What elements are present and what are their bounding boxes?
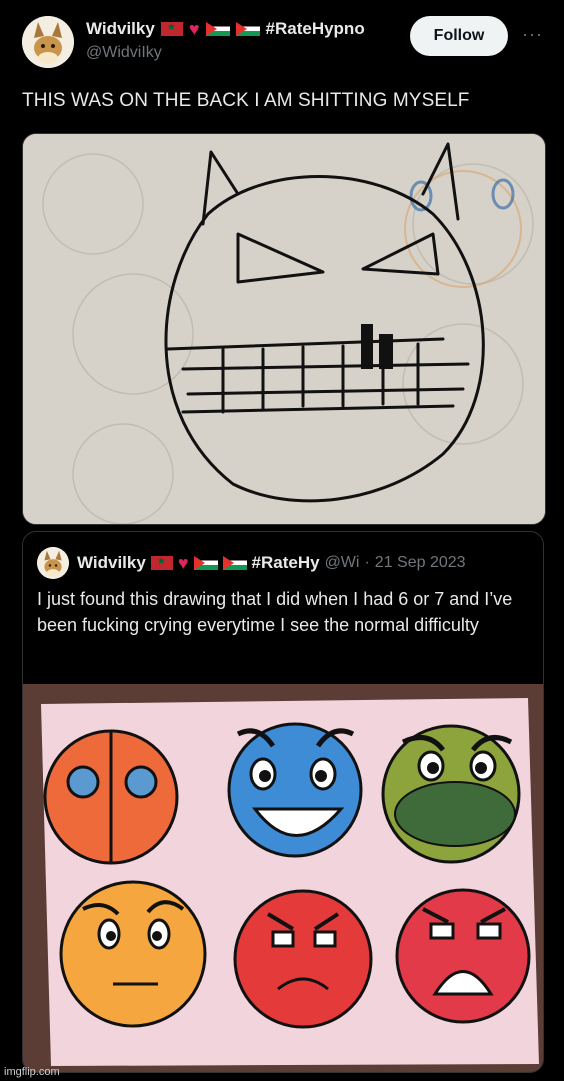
more-options-icon[interactable]: ··· xyxy=(522,24,543,45)
quoted-author-row: Widvilky ♥ #RateHy @Wi · 21 Sep 2023 xyxy=(77,552,535,574)
quoted-author-avatar[interactable] xyxy=(37,547,69,579)
quoted-author-handle: @Wi xyxy=(324,554,360,571)
post-image-demon-drawing[interactable] xyxy=(22,133,546,525)
palestine-flag-icon xyxy=(205,22,230,36)
quoted-author-hashtag: #RateHy xyxy=(251,553,320,572)
author-name[interactable]: Widvilky xyxy=(86,19,155,39)
author-hashtag: #RateHypno xyxy=(265,19,365,38)
post-text: THIS WAS ON THE BACK I AM SHITTING MYSEL… xyxy=(22,90,470,111)
quoted-post-date[interactable]: 21 Sep 2023 xyxy=(375,554,466,572)
follow-button[interactable]: Follow xyxy=(410,16,508,56)
author-name-row[interactable]: Widvilky ♥ #RateHypno xyxy=(86,18,402,40)
palestine-flag-icon xyxy=(222,556,247,570)
heart-icon: ♥ xyxy=(188,19,200,39)
imgflip-watermark: imgflip.com xyxy=(4,1066,60,1078)
heart-icon: ♥ xyxy=(177,553,189,573)
palestine-flag-icon xyxy=(193,556,218,570)
morocco-flag-icon xyxy=(150,556,173,570)
author-avatar[interactable] xyxy=(22,16,74,68)
palestine-flag-icon xyxy=(235,22,260,36)
separator-dot: · xyxy=(364,554,370,571)
quoted-post[interactable]: Widvilky ♥ #RateHy @Wi · 21 Sep 2023 I j… xyxy=(22,531,544,1073)
morocco-flag-icon xyxy=(160,22,183,36)
quoted-image-faces-drawing[interactable] xyxy=(23,684,543,1072)
quoted-post-text: I just found this drawing that I did whe… xyxy=(37,589,513,635)
author-handle[interactable]: @WidviIky xyxy=(86,44,162,62)
quoted-author-name: Widvilky xyxy=(77,553,146,572)
post-header: Widvilky ♥ #RateHypno @WidviIky Follow ·… xyxy=(0,0,564,80)
